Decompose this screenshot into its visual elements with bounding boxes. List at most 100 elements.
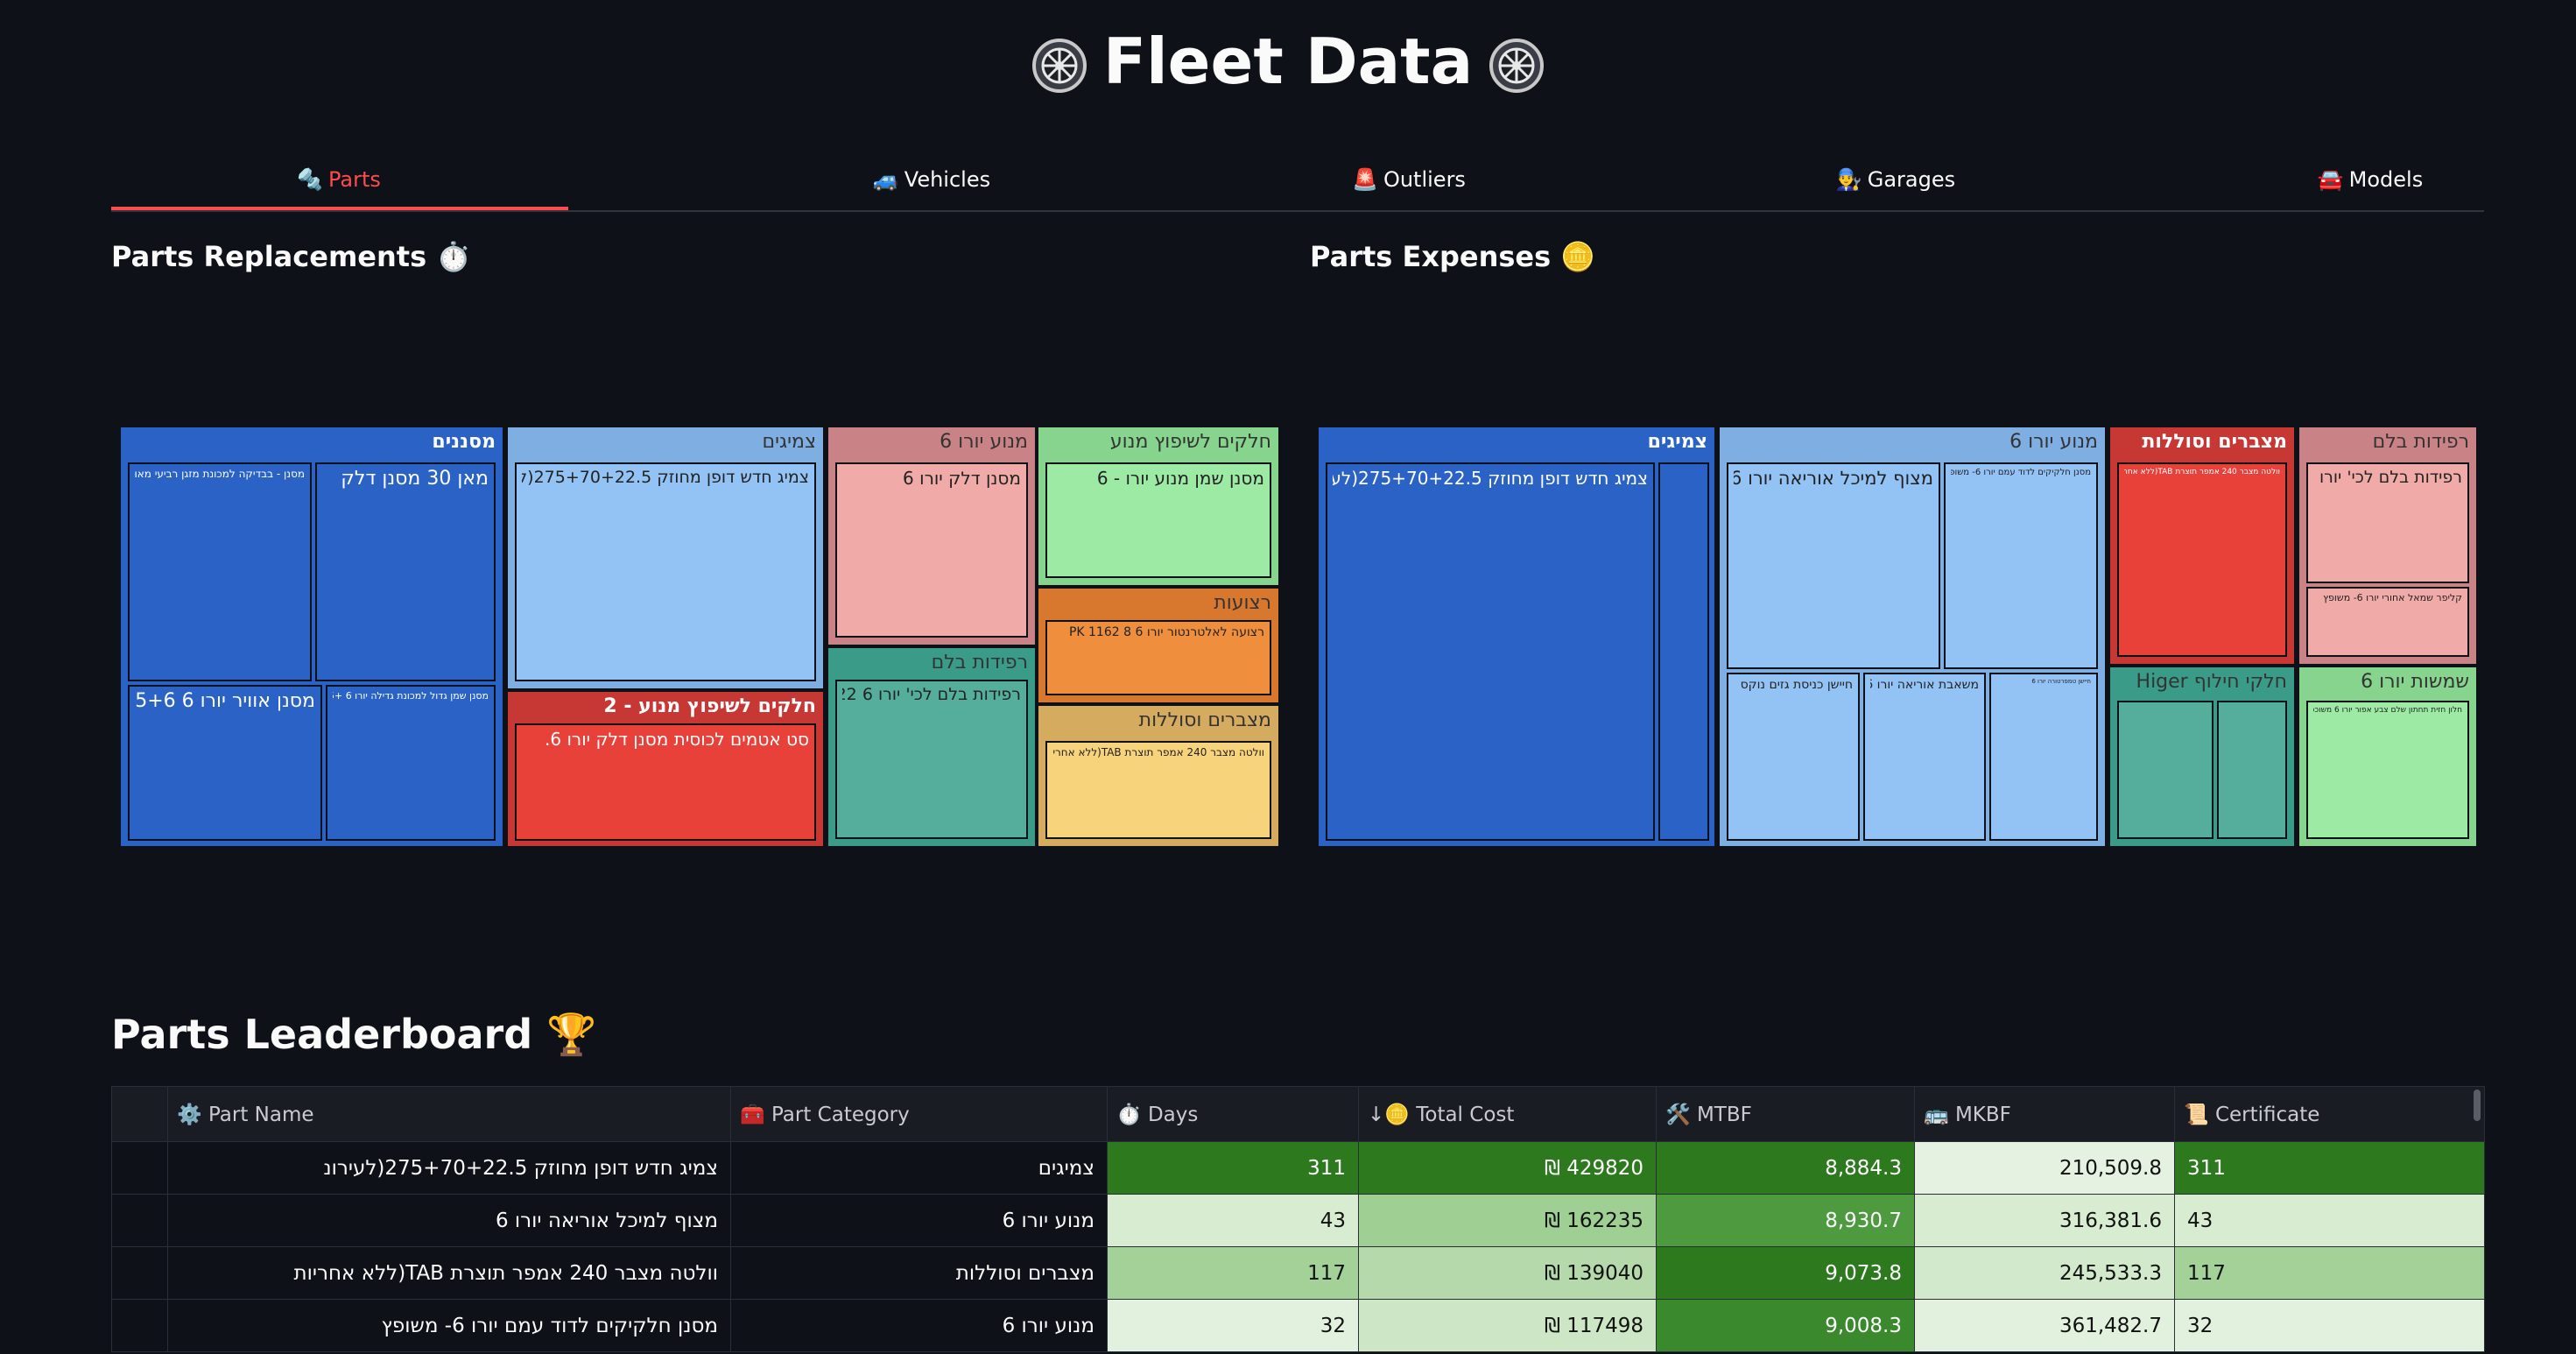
treemap-group-batteries[interactable]: מצברים וסוללות וולטה מצבר 240 אמפר תוצרת… xyxy=(2110,427,2294,664)
column-header-total-cost[interactable]: ↓🪙 Total Cost xyxy=(1358,1086,1657,1142)
column-header-certificate[interactable]: 📜 Certificate xyxy=(2174,1086,2485,1142)
mkbf-cell[interactable]: 316,381.6 xyxy=(1914,1194,2175,1247)
part-category-cell[interactable]: מנוע יורו 6 xyxy=(730,1299,1108,1352)
treemap-leaf[interactable]: חיישן כניסת גזים נוקס xyxy=(1727,673,1860,841)
days-cell[interactable]: 32 xyxy=(1107,1299,1359,1352)
table-row[interactable]: וולטה מצבר 240 אמפר תוצרת TAB(ללא אחריות… xyxy=(111,1246,2485,1300)
expenses-treemap[interactable]: צמיגים צמיג חדש דופן מחוזק 275+70+22.5(ל… xyxy=(1319,427,2476,846)
tab-garages[interactable]: 👨‍🔧 Garages xyxy=(1668,149,2123,210)
treemap-leaf[interactable]: מסנן שמן מנוע יורו - 6 xyxy=(1045,462,1271,578)
treemap-leaf[interactable]: צמיג חדש דופן מחוזק 275+70+22.5(לעירוני xyxy=(515,462,816,681)
part-category-cell[interactable]: מנוע יורו 6 xyxy=(730,1194,1108,1247)
treemap-leaf[interactable]: וולטה מצבר 240 אמפר תוצרת TAB(ללא אחריות xyxy=(2117,462,2287,657)
column-header-part-name[interactable]: ⚙️ Part Name xyxy=(167,1086,731,1142)
tab-outliers[interactable]: 🚨 Outliers xyxy=(1181,149,1636,210)
treemap-leaf[interactable]: רפידות בלם לכי' יורו 6 A22 xyxy=(835,680,1028,839)
treemap-leaf[interactable] xyxy=(2117,701,2214,839)
treemap-group-filters[interactable]: מסננים מסנן - בבדיקה למכונת מזגן רביעי מ… xyxy=(121,427,503,846)
days-cell[interactable]: 117 xyxy=(1107,1246,1359,1300)
siren-icon: 🚨 xyxy=(1352,167,1378,192)
row-index xyxy=(111,1299,168,1352)
treemap-group-tires[interactable]: צמיגים צמיג חדש דופן מחוזק 275+70+22.5(ל… xyxy=(1319,427,1714,846)
treemap-group-windows[interactable]: שמשות יורו 6 חלון חזית תחתון שלם צבע אפו… xyxy=(2299,667,2476,846)
table-scrollbar[interactable] xyxy=(2474,1090,2481,1121)
treemap-leaf[interactable]: וולטה מצבר 240 אמפר תוצרת TAB(ללא אחריות xyxy=(1045,741,1271,839)
wheel-icon xyxy=(1489,39,1545,94)
column-label: Total Cost xyxy=(1416,1103,1515,1126)
total-cost-cell[interactable]: ₪ 429820 xyxy=(1358,1141,1657,1195)
total-cost-cell[interactable]: ₪ 139040 xyxy=(1358,1246,1657,1300)
treemap-group-euro6-engine[interactable]: מנוע יורו 6 מסנן דלק יורו 6 xyxy=(828,427,1035,645)
tab-models[interactable]: 🚘 Models xyxy=(2143,149,2576,210)
treemap-leaf[interactable]: סט אטמים לכוסית מסנן דלק יורו 6. xyxy=(515,723,816,841)
treemap-leaf[interactable]: מאן 30 מסנן דלק xyxy=(315,462,496,681)
treemap-leaf[interactable]: מצוף למיכל אוריאה יורו 6 xyxy=(1727,462,1940,669)
mtbf-cell[interactable]: 8,930.7 xyxy=(1656,1194,1915,1247)
mkbf-cell[interactable]: 210,509.8 xyxy=(1914,1141,2175,1195)
tab-vehicles[interactable]: 🚙 Vehicles xyxy=(704,149,1159,210)
part-name-cell[interactable]: מצוף למיכל אוריאה יורו 6 xyxy=(167,1194,731,1247)
mkbf-cell[interactable]: 245,533.3 xyxy=(1914,1246,2175,1300)
certificate-cell[interactable]: 311 xyxy=(2174,1141,2485,1195)
certificate-cell[interactable]: 43 xyxy=(2174,1194,2485,1247)
mkbf-cell[interactable]: 361,482.7 xyxy=(1914,1299,2175,1352)
table-row[interactable]: מצוף למיכל אוריאה יורו 6 מנוע יורו 6 43 … xyxy=(111,1194,2485,1247)
treemap-group-belts[interactable]: רצועות רצועה לאלטרנטור יורו 6 PK 1162 8 xyxy=(1038,589,1278,702)
treemap-group-brake-pads[interactable]: רפידות בלם רפידות בלם לכי' יורו 6 A22 xyxy=(828,648,1035,846)
part-name-cell[interactable]: צמיג חדש דופן מחוזק 275+70+22.5(לעירונ xyxy=(167,1141,731,1195)
treemap-leaf[interactable]: משאבת אוריאה יורו 6 xyxy=(1863,673,1986,841)
leaf-label: צמיג חדש דופן מחוזק 275+70+22.5(לעירוני xyxy=(1333,468,1648,489)
days-cell[interactable]: 311 xyxy=(1107,1141,1359,1195)
leaderboard-table[interactable]: ⚙️ Part Name 🧰 Part Category ⏱️ Days ↓🪙 … xyxy=(111,1086,2485,1352)
treemap-leaf[interactable]: מסנן - בבדיקה למכונת מזגן רביעי מאונן xyxy=(128,462,312,681)
days-cell[interactable]: 43 xyxy=(1107,1194,1359,1247)
mtbf-cell[interactable]: 9,008.3 xyxy=(1656,1299,1915,1352)
part-category-cell[interactable]: מצברים וסוללות xyxy=(730,1246,1108,1300)
column-header-part-category[interactable]: 🧰 Part Category xyxy=(730,1086,1108,1142)
tab-parts[interactable]: 🔩 Parts xyxy=(111,149,567,210)
certificate-cell[interactable]: 117 xyxy=(2174,1246,2485,1300)
treemap-leaf[interactable]: רצועה לאלטרנטור יורו 6 PK 1162 8 xyxy=(1045,620,1271,695)
mtbf-cell[interactable]: 8,884.3 xyxy=(1656,1141,1915,1195)
treemap-leaf[interactable] xyxy=(1658,462,1709,841)
part-name-cell[interactable]: וולטה מצבר 240 אמפר תוצרת TAB(ללא אחריות xyxy=(167,1246,731,1300)
treemap-group-engine-overhaul[interactable]: חלקים לשיפוץ מנוע מסנן שמן מנוע יורו - 6 xyxy=(1038,427,1278,585)
column-header-mkbf[interactable]: 🚌 MKBF xyxy=(1914,1086,2175,1142)
treemap-leaf[interactable]: חלון חזית תחתון שלם צבע אפור יורו 6 משוכ… xyxy=(2306,701,2469,839)
total-cost-cell[interactable]: ₪ 162235 xyxy=(1358,1194,1657,1247)
treemap-group-euro6-engine[interactable]: מנוע יורו 6 מצוף למיכל אוריאה יורו 6 מסנ… xyxy=(1720,427,2105,846)
replacements-treemap[interactable]: מסננים מסנן - בבדיקה למכונת מזגן רביעי מ… xyxy=(121,427,1278,846)
coin-icon: 🪙 xyxy=(1384,1103,1410,1126)
leaf-label: מסנן אוויר יורו 6 3+4/5+6 xyxy=(135,690,315,712)
part-name-cell[interactable]: מסנן חלקיקים לדוד עמם יורו 6- משופץ xyxy=(167,1299,731,1352)
column-header-mtbf[interactable]: 🛠️ MTBF xyxy=(1656,1086,1915,1142)
mtbf-cell[interactable]: 9,073.8 xyxy=(1656,1246,1915,1300)
treemap-leaf[interactable]: מסנן אוויר יורו 6 3+4/5+6 xyxy=(128,685,322,841)
table-row[interactable]: צמיג חדש דופן מחוזק 275+70+22.5(לעירונ צ… xyxy=(111,1141,2485,1195)
treemap-group-tires[interactable]: צמיגים צמיג חדש דופן מחוזק 275+70+22.5(ל… xyxy=(508,427,823,688)
column-label: MTBF xyxy=(1696,1103,1752,1126)
treemap-group-engine-parts-2[interactable]: חלקים לשיפוץ מנוע - 2 סט אטמים לכוסית מס… xyxy=(508,692,823,846)
group-label: רפידות בלם xyxy=(931,652,1028,673)
table-row[interactable]: מסנן חלקיקים לדוד עמם יורו 6- משופץ מנוע… xyxy=(111,1299,2485,1352)
treemap-leaf[interactable]: מסנן דלק יורו 6 xyxy=(835,462,1028,638)
leaf-label: מסנן דלק יורו 6 xyxy=(903,468,1021,489)
treemap-leaf[interactable]: חיישן טמפרטורה יורו 6 xyxy=(1989,673,2098,841)
total-cost-cell[interactable]: ₪ 117498 xyxy=(1358,1299,1657,1352)
treemap-group-batteries[interactable]: מצברים וסוללות וולטה מצבר 240 אמפר תוצרת… xyxy=(1038,706,1278,846)
treemap-group-brake-pads[interactable]: רפידות בלם רפידות בלם לכי' יורו 6 A22 קל… xyxy=(2299,427,2476,664)
leaderboard-heading: Parts Leaderboard 🏆 xyxy=(111,1011,597,1058)
leaf-label: חלון חזית תחתון שלם צבע אפור יורו 6 משוכ… xyxy=(2313,706,2462,715)
treemap-leaf[interactable]: מסנן שמן גדול למכונת גדילה יורו 6 +864.6… xyxy=(326,685,496,841)
leaf-label: וולטה מצבר 240 אמפר תוצרת TAB(ללא אחריות xyxy=(1052,746,1264,758)
mechanic-icon: 👨‍🔧 xyxy=(1835,167,1862,192)
certificate-cell[interactable]: 32 xyxy=(2174,1299,2485,1352)
treemap-group-higer-parts[interactable]: חלקי חילוף Higer xyxy=(2110,667,2294,846)
part-category-cell[interactable]: צמיגים xyxy=(730,1141,1108,1195)
treemap-leaf[interactable]: קליפר שמאל אחורי יורו 6- משופץ xyxy=(2306,587,2469,657)
treemap-leaf[interactable]: מסנן חלקיקים לדוד עמם יורו 6- משופץ xyxy=(1944,462,2098,669)
treemap-leaf[interactable]: צמיג חדש דופן מחוזק 275+70+22.5(לעירוני xyxy=(1326,462,1655,841)
column-header-days[interactable]: ⏱️ Days xyxy=(1107,1086,1359,1142)
treemap-leaf[interactable]: רפידות בלם לכי' יורו 6 A22 xyxy=(2306,462,2469,583)
treemap-leaf[interactable] xyxy=(2217,701,2287,839)
